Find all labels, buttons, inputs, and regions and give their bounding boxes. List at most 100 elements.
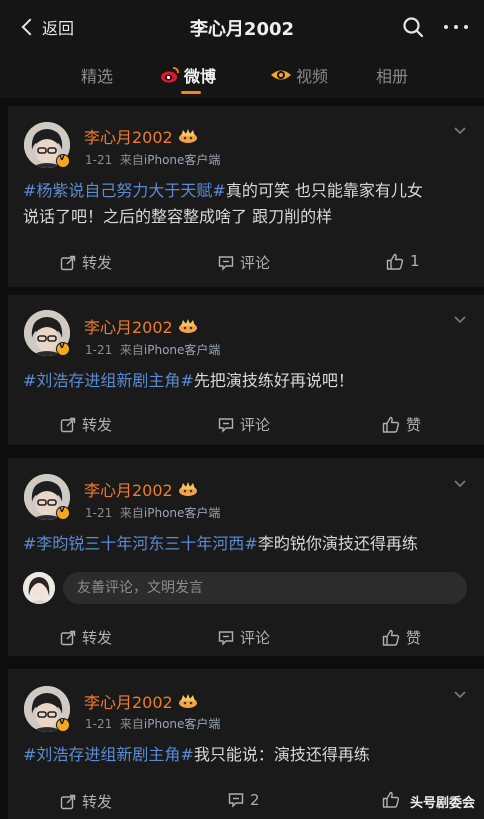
thumbs-up-icon [382,629,400,646]
repost-icon [60,417,76,432]
like-button[interactable]: 赞 [382,414,421,435]
post-meta: 1-21 来自iPhone客户端 [85,715,220,732]
post-author[interactable]: 李心月2002 [84,124,199,148]
commenter-avatar [23,572,55,604]
topic-link[interactable]: #杨紫说自己努力大于天赋# [23,181,226,200]
post-card: 李心月2002 1-21 来自iPhone客户端 #李昀锐三十年河东三十年河西#… [8,458,484,656]
more-icon[interactable] [444,16,468,38]
comment-icon [218,630,234,646]
crown-icon [178,482,197,496]
chevron-down-icon[interactable] [454,316,466,324]
like-button[interactable]: 1 [386,252,420,270]
post-meta: 1-21 来自iPhone客户端 [85,504,220,521]
post-date: 1-21 [85,153,113,167]
video-eye-icon [271,70,291,80]
crown-icon [178,129,197,143]
post-meta: 1-21 来自iPhone客户端 [85,341,220,358]
tab-album[interactable]: 相册 [376,63,408,87]
source-prefix: 来自 [119,506,144,520]
quick-comment-row: 友善评论，文明发言 [23,572,475,604]
tab-video-label: 视频 [296,67,329,86]
comment-icon [218,255,234,271]
post-text-line: 我只能说：演技还得再练 [193,745,370,764]
comment-input[interactable]: 友善评论，文明发言 [63,572,467,604]
comment-icon [228,793,244,808]
post-author[interactable]: 李心月2002 [84,477,199,501]
author-name: 李心月2002 [84,318,173,337]
comment-button[interactable]: 2 [228,791,260,809]
repost-button[interactable]: 转发 [60,414,112,435]
chevron-down-icon[interactable] [454,127,466,135]
source-prefix: 来自 [119,153,144,167]
post-text-line: 先把演技练好再说吧！ [193,371,354,390]
repost-label: 转发 [82,254,113,272]
author-name: 李心月2002 [84,128,173,147]
thumbs-up-icon [382,791,400,808]
active-tab-indicator [181,91,201,94]
post-source: iPhone客户端 [143,153,221,167]
repost-icon [60,630,76,645]
tab-weibo-label: 微博 [184,67,217,86]
comment-button[interactable]: 评论 [218,414,270,435]
topic-link[interactable]: #李昀锐三十年河东三十年河西# [23,534,258,553]
post-text: #刘浩存进组新剧主角#我只能说：演技还得再练 [23,742,473,768]
like-button[interactable] [382,791,406,808]
post-text: #李昀锐三十年河东三十年河西#李昀锐你演技还得再练 [23,531,473,557]
comment-button[interactable]: 评论 [218,627,270,648]
chevron-down-icon[interactable] [454,691,466,699]
post-source: iPhone客户端 [143,506,221,520]
post-text-line: 说话了吧！之后的整容整成啥了 跟刀削的样 [23,207,333,226]
verified-badge-icon [56,505,70,520]
post-meta: 1-21 来自iPhone客户端 [85,151,220,168]
thumbs-up-icon [386,253,404,270]
repost-button[interactable]: 转发 [60,627,112,648]
like-label: 赞 [406,416,422,434]
top-bar: 返回 李心月2002 [0,0,484,54]
post-text-line: 李昀锐你演技还得再练 [257,534,418,553]
post-card: 李心月2002 1-21 来自iPhone客户端 #杨紫说自己努力大于天赋#真的… [8,106,484,287]
like-label: 赞 [406,629,422,647]
post-text: #杨紫说自己努力大于天赋#真的可笑 也只能靠家有儿女 说话了吧！之后的整容整成啥… [23,178,473,230]
post-source: iPhone客户端 [143,717,221,731]
topic-link[interactable]: #刘浩存进组新剧主角# [23,371,194,390]
like-button[interactable]: 赞 [382,627,421,648]
watermark: 头号剧委会 [410,796,476,811]
crown-icon [178,319,197,333]
crown-icon [178,694,197,708]
comment-label: 评论 [240,416,271,434]
author-name: 李心月2002 [84,693,173,712]
repost-label: 转发 [82,416,113,434]
like-count: 1 [410,252,420,270]
source-prefix: 来自 [119,717,144,731]
post-text: #刘浩存进组新剧主角#先把演技练好再说吧！ [23,368,473,394]
author-name: 李心月2002 [84,481,173,500]
repost-button[interactable]: 转发 [60,252,112,273]
comment-count: 2 [250,791,260,809]
repost-label: 转发 [82,629,113,647]
tab-weibo[interactable]: 微博 [160,63,216,87]
post-date: 1-21 [85,717,113,731]
post-text-line: 真的可笑 也只能靠家有儿女 [225,181,423,200]
comment-icon [218,417,234,433]
topic-link[interactable]: #刘浩存进组新剧主角# [23,745,194,764]
search-icon[interactable] [402,16,424,38]
post-author[interactable]: 李心月2002 [84,689,199,713]
profile-tabs: 精选 微博 视频 相册 [0,54,484,98]
post-date: 1-21 [85,343,113,357]
repost-label: 转发 [82,793,113,811]
tab-featured[interactable]: 精选 [81,63,113,87]
verified-badge-icon [56,717,70,732]
weibo-icon [161,67,179,83]
comment-label: 评论 [240,254,271,272]
post-date: 1-21 [85,506,113,520]
comment-label: 评论 [240,629,271,647]
tab-video[interactable]: 视频 [270,63,328,87]
repost-icon [60,794,76,809]
source-prefix: 来自 [119,343,144,357]
post-author[interactable]: 李心月2002 [84,314,199,338]
chevron-down-icon[interactable] [454,480,466,488]
thumbs-up-icon [382,416,400,433]
verified-badge-icon [56,153,70,168]
comment-button[interactable]: 评论 [218,252,270,273]
repost-button[interactable]: 转发 [60,791,112,812]
